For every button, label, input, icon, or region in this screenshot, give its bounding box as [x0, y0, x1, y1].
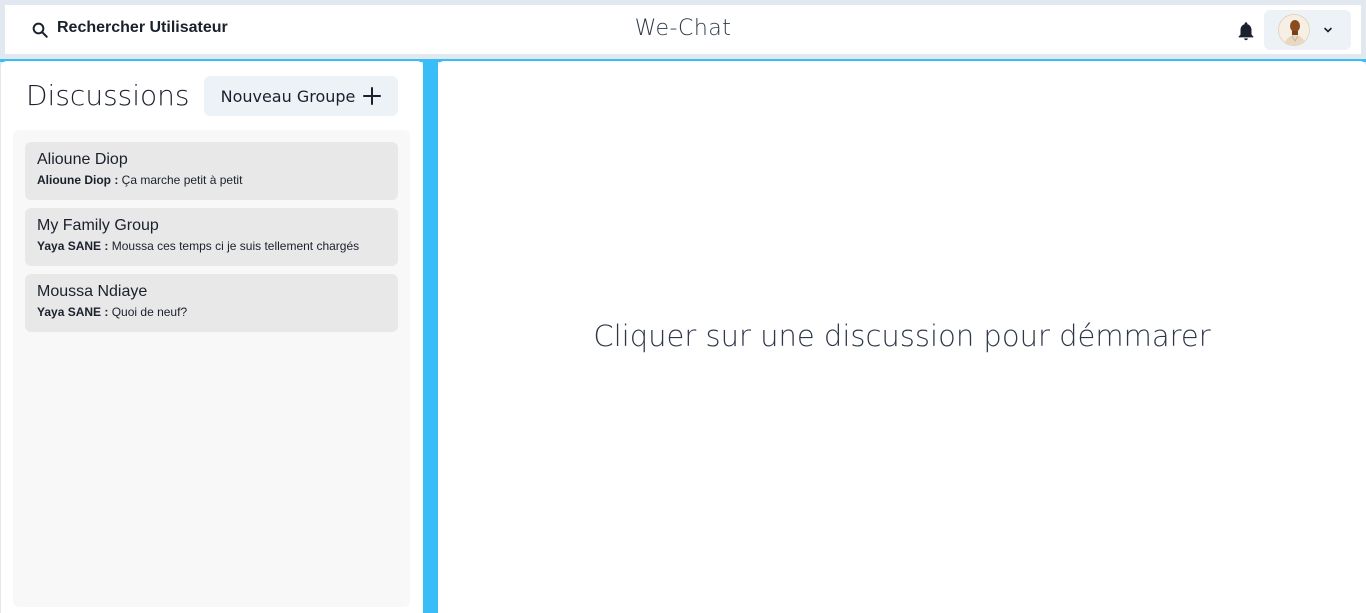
chat-message: Moussa ces temps ci je suis tellement ch… — [111, 239, 360, 253]
chat-message: Quoi de neuf? — [111, 305, 188, 319]
chat-sender: Yaya SANE : — [37, 239, 109, 253]
chat-item-alioune-diop[interactable]: Alioune Diop Alioune Diop : Ça marche pe… — [25, 142, 398, 200]
search-icon — [32, 22, 48, 38]
search-user-button[interactable]: Rechercher Utilisateur — [27, 15, 232, 45]
chat-item-my-family-group[interactable]: My Family Group Yaya SANE : Moussa ces t… — [25, 208, 398, 266]
notifications-button[interactable] — [1235, 20, 1257, 42]
chat-list[interactable]: Alioune Diop Alioune Diop : Ça marche pe… — [13, 130, 410, 607]
chat-message: Ça marche petit à petit — [121, 173, 243, 187]
panel-divider — [423, 61, 438, 613]
app-frame: Rechercher Utilisateur We-Chat Discussio… — [0, 0, 1366, 613]
new-group-button[interactable]: Nouveau Groupe — [204, 76, 398, 116]
chat-preview: Yaya SANE : Quoi de neuf? — [37, 305, 386, 319]
search-user-label: Rechercher Utilisateur — [57, 19, 228, 36]
profile-menu-button[interactable] — [1264, 10, 1351, 50]
chevron-down-icon — [1324, 27, 1332, 33]
chat-preview: Alioune Diop : Ça marche petit à petit — [37, 173, 386, 187]
empty-chat-message: Cliquer sur une discussion pour démmarer — [593, 319, 1211, 353]
chat-name: My Family Group — [37, 217, 159, 234]
plus-icon — [363, 87, 382, 105]
new-group-label: Nouveau Groupe — [220, 86, 356, 106]
chat-sender: Yaya SANE : — [37, 305, 109, 319]
app-title: We-Chat — [634, 16, 732, 41]
chat-name: Alioune Diop — [37, 151, 128, 168]
avatar — [1278, 14, 1310, 46]
chat-preview: Yaya SANE : Moussa ces temps ci je suis … — [37, 239, 386, 253]
top-header: Rechercher Utilisateur We-Chat — [5, 5, 1361, 54]
chat-name: Moussa Ndiaye — [37, 283, 148, 300]
bell-icon — [1238, 22, 1254, 41]
discussions-title: Discussions — [26, 79, 190, 112]
chat-item-moussa-ndiaye[interactable]: Moussa Ndiaye Yaya SANE : Quoi de neuf? — [25, 274, 398, 332]
discussions-panel: Discussions Nouveau Groupe Alioune Diop … — [1, 61, 423, 613]
chat-sender: Alioune Diop : — [37, 173, 119, 187]
user-avatar-icon — [1279, 15, 1309, 45]
chat-panel: Cliquer sur une discussion pour démmarer — [438, 61, 1366, 613]
